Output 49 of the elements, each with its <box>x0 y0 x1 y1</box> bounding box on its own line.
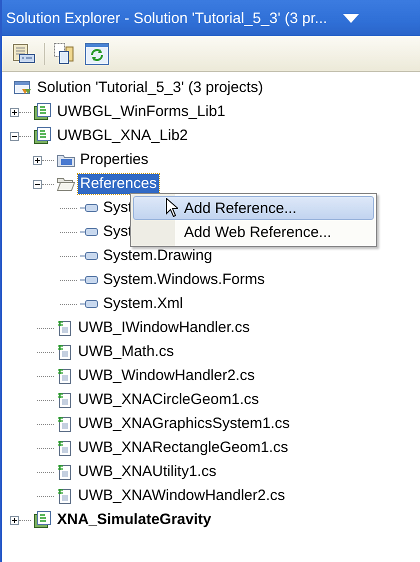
reference-icon <box>80 275 98 285</box>
show-all-files-icon[interactable] <box>54 42 76 64</box>
tree-item[interactable]: UWB_XNAGraphicsSystem1.cs <box>76 414 292 434</box>
expand-icon[interactable] <box>10 108 19 116</box>
tree-item[interactable]: UWBGL_XNA_Lib2 <box>55 126 190 146</box>
csharp-file-icon <box>57 392 73 408</box>
tree-item[interactable]: UWB_XNAWindowHandler2.cs <box>76 486 288 506</box>
csharp-file-icon <box>57 464 73 480</box>
tree-item[interactable]: UWBGL_WinForms_Lib1 <box>55 102 228 122</box>
csharp-file-icon <box>57 440 73 456</box>
csharp-file-icon <box>57 320 73 336</box>
reference-icon <box>80 227 98 237</box>
reference-icon <box>80 299 98 309</box>
reference-icon <box>80 251 98 261</box>
csharp-project-icon <box>34 511 52 529</box>
csharp-file-icon <box>57 488 73 504</box>
tree-item[interactable]: UWB_WindowHandler2.cs <box>76 366 257 386</box>
tree-item[interactable]: UWB_XNARectangleGeom1.cs <box>76 438 290 458</box>
tree-item[interactable]: UWB_Math.cs <box>76 342 176 362</box>
tree-item[interactable]: XNA_SimulateGravity <box>55 510 214 530</box>
refresh-icon[interactable] <box>85 42 109 64</box>
tree-item[interactable]: System.Windows.Forms <box>101 270 267 290</box>
csharp-file-icon <box>57 368 73 384</box>
properties-icon[interactable] <box>13 44 35 64</box>
window-title: Solution Explorer - Solution 'Tutorial_5_3' (3 pr... <box>6 10 328 26</box>
tree-item[interactable]: UWB_XNAUtility1.cs <box>76 462 218 482</box>
tree-item[interactable]: System.Drawing <box>101 246 214 266</box>
tree-item[interactable]: References <box>78 174 159 194</box>
reference-icon <box>80 203 98 213</box>
expand-icon[interactable] <box>33 156 42 164</box>
collapse-icon[interactable] <box>10 132 19 140</box>
collapse-icon[interactable] <box>33 180 42 188</box>
expand-icon[interactable] <box>10 516 19 524</box>
mouse-cursor-icon <box>166 198 178 217</box>
tree-item[interactable]: Solution 'Tutorial_5_3' (3 projects) <box>35 78 266 98</box>
tree-item[interactable]: Properties <box>78 150 150 170</box>
solution-icon <box>14 80 32 96</box>
csharp-project-icon <box>34 103 52 121</box>
menu-item[interactable]: Add Web Reference... <box>133 220 374 244</box>
dropdown-arrow-icon[interactable] <box>343 14 360 22</box>
tree-item[interactable]: UWB_IWindowHandler.cs <box>76 318 252 338</box>
properties-folder-icon <box>57 153 75 167</box>
tree-item[interactable]: System.Xml <box>101 294 186 314</box>
csharp-file-icon <box>57 416 73 432</box>
tree-item[interactable]: UWB_XNACircleGeom1.cs <box>76 390 261 410</box>
menu-item[interactable]: Add Reference... <box>133 196 374 220</box>
folder-icon <box>57 177 75 191</box>
csharp-project-icon <box>34 127 52 145</box>
csharp-file-icon <box>57 344 73 360</box>
